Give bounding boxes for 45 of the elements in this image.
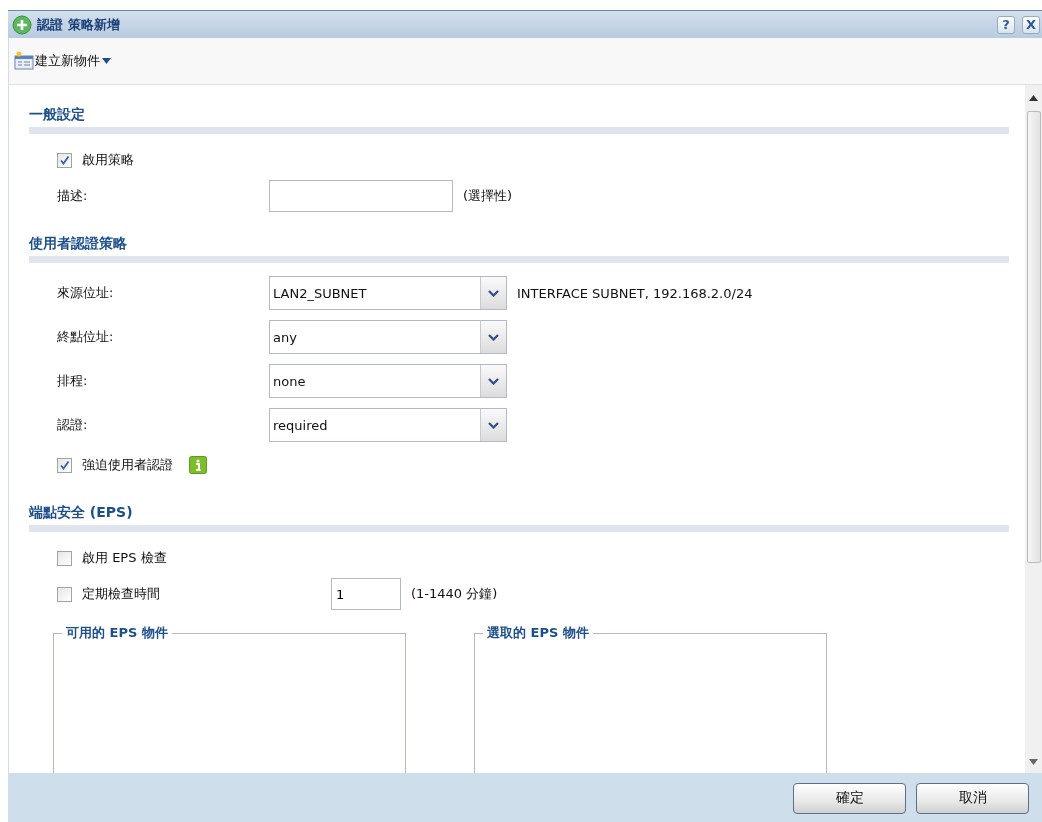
create-object-menu[interactable]: 建立新物件 [35, 52, 111, 70]
checkbox[interactable] [57, 586, 72, 602]
dropdown[interactable]: required [269, 408, 507, 442]
field-label: 認證: [57, 416, 89, 434]
chevron-icon [488, 333, 499, 341]
close-button[interactable]: X [1022, 15, 1040, 34]
cancel-button[interactable]: 取消 [916, 782, 1029, 814]
hint-text: INTERFACE SUBNET, 192.168.2.0/24 [517, 285, 753, 301]
checkbox[interactable] [57, 550, 72, 566]
field-label: 排程: [57, 372, 89, 390]
info-icon[interactable] [189, 456, 207, 474]
scrollbar[interactable] [1025, 85, 1042, 773]
help-button[interactable]: ? [997, 15, 1015, 34]
field-label: 來源位址: [57, 284, 115, 302]
section-heading: 一般設定 [29, 106, 85, 122]
field-label: 描述: [57, 187, 89, 205]
dropdown[interactable]: none [269, 364, 507, 398]
scroll-down-icon[interactable] [1029, 759, 1038, 765]
chevron-icon [488, 421, 499, 429]
description-field[interactable] [269, 180, 453, 212]
caret-icon [102, 58, 111, 64]
scroll-up-icon[interactable] [1029, 95, 1038, 101]
checkbox[interactable] [57, 152, 72, 168]
dropdown[interactable]: any [269, 320, 507, 354]
hint-text: (1-1440 分鐘) [411, 585, 498, 603]
section-heading: 使用者認證策略 [29, 235, 127, 251]
hint-text: (選擇性) [463, 187, 513, 205]
checkbox[interactable] [57, 457, 72, 473]
checkbox-label: 啟用 EPS 檢查 [82, 549, 167, 567]
checkbox-label: 啟用策略 [82, 151, 134, 169]
list-legend: 選取的 EPS 物件 [483, 624, 593, 642]
list-legend: 可用的 EPS 物件 [62, 624, 172, 642]
new-object-icon [13, 50, 35, 72]
ok-button[interactable]: 確定 [793, 782, 906, 814]
field-label: 終點位址: [57, 328, 115, 346]
chevron-icon [488, 289, 499, 297]
interval-field[interactable]: 1 [331, 578, 401, 610]
window-title: 認證 策略新增 [37, 15, 121, 34]
scroll-thumb[interactable] [1026, 111, 1041, 563]
checkbox-label: 強迫使用者認證 [82, 456, 173, 474]
add-icon [12, 14, 32, 35]
dropdown[interactable]: LAN2_SUBNET [269, 276, 507, 310]
checkbox-label: 定期檢查時間 [82, 585, 160, 603]
section-heading: 端點安全 (EPS) [29, 504, 133, 520]
chevron-icon [488, 377, 499, 385]
